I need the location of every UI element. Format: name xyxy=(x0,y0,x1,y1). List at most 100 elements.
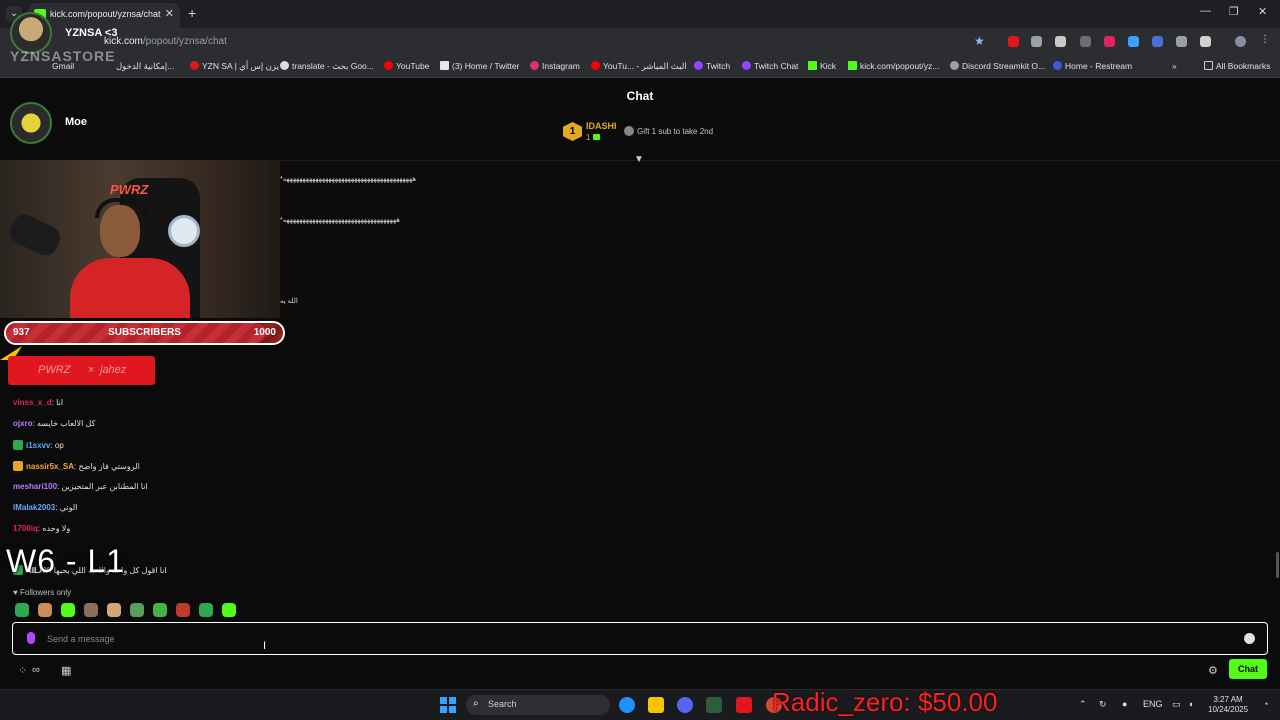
chat-message-text: انا xyxy=(56,398,64,407)
minimize-icon[interactable]: — xyxy=(1200,5,1211,17)
chat-message: lMalak2003: الوني xyxy=(13,503,78,512)
chat-username[interactable]: vinss_x_d xyxy=(13,398,52,407)
chat-username[interactable]: nassir5x_SA xyxy=(26,462,74,471)
bookmark-item[interactable]: Home - Restream xyxy=(1053,61,1132,71)
chat-message: vinss_x_d: انا xyxy=(13,398,64,407)
microphone-icon[interactable] xyxy=(27,632,35,644)
notifications-icon[interactable]: ◔ xyxy=(1263,699,1268,709)
system-clock[interactable]: 3:27 AM 10/24/2025 xyxy=(1208,695,1248,715)
windows-taskbar: ⌕ Search ⌃ ↻ ● ENG ▭ ◖ 3:27 AM 10/24/2025… xyxy=(0,689,1280,720)
overlay-user-name: YZNSA <3 xyxy=(65,27,118,39)
language-indicator[interactable]: ENG xyxy=(1143,699,1163,709)
extension-icon[interactable] xyxy=(1176,36,1187,47)
microphone-icon xyxy=(6,210,64,260)
chat-message: meshari100: انا المطنابن عبر المتحيزين xyxy=(13,482,148,491)
gift-prompt[interactable]: Gift 1 sub to take 2nd xyxy=(637,127,713,136)
bookmark-item[interactable]: YouTu... - البث المباشر xyxy=(591,61,687,72)
chat-message-input[interactable] xyxy=(47,631,1227,647)
settings-gear-icon[interactable]: ⚙ xyxy=(1208,664,1218,677)
sponsor-banner: PWRZ × jahez xyxy=(8,356,155,385)
emoji-picker-icon[interactable] xyxy=(1244,633,1255,644)
xbox-icon[interactable] xyxy=(706,697,722,713)
emote-icon[interactable] xyxy=(37,603,52,617)
overlay-user-second: Moe xyxy=(10,102,210,146)
scroll-to-bottom-icon[interactable]: ▼ xyxy=(634,154,644,165)
chat-message: 1700iq: ولا وحده xyxy=(13,524,71,533)
extension-icon[interactable] xyxy=(1080,36,1091,47)
emote-icon[interactable] xyxy=(152,603,167,617)
bookmark-item[interactable]: Discord Streamkit O... xyxy=(950,61,1045,71)
emote-icon[interactable] xyxy=(198,603,213,617)
emote-icon[interactable] xyxy=(221,603,236,617)
chat-message: nassir5x_SA: الروستي فاز واضح xyxy=(13,461,140,477)
bookmark-item[interactable]: translate - بحث Goo... xyxy=(280,61,374,72)
scrollbar-thumb[interactable] xyxy=(1276,552,1279,578)
bookmarks-overflow-icon[interactable]: » xyxy=(1172,61,1177,71)
emote-icon[interactable] xyxy=(129,603,144,617)
bookmark-item[interactable]: (3) Home / Twitter xyxy=(440,61,519,71)
taskbar-search[interactable]: ⌕ Search xyxy=(466,695,610,715)
emote-icon[interactable] xyxy=(106,603,121,617)
chat-users-icon[interactable]: ⁘ xyxy=(18,664,27,677)
bookmark-item[interactable]: YZN SA | يزن إس أي xyxy=(190,61,279,72)
extension-icon[interactable] xyxy=(1152,36,1163,47)
chat-username[interactable]: 1700iq xyxy=(13,524,38,533)
extension-icon[interactable] xyxy=(1008,36,1019,47)
chat-username[interactable]: meshari100 xyxy=(13,482,57,491)
bookmark-item[interactable]: Twitch Chat xyxy=(742,61,798,71)
emote-icon[interactable] xyxy=(60,603,75,617)
user-badge-icon xyxy=(13,461,23,471)
chat-message-text: الوني xyxy=(59,503,78,512)
edge-icon[interactable] xyxy=(619,697,635,713)
all-bookmarks-folder[interactable]: All Bookmarks xyxy=(1204,61,1270,71)
streamer-shirt xyxy=(70,258,190,318)
bookmark-star-icon[interactable]: ★ xyxy=(974,34,985,48)
browser-menu-icon[interactable]: ⋮ xyxy=(1260,34,1271,45)
bookmark-item[interactable]: إمكانية الدخول... xyxy=(116,61,174,72)
chat-message-text: op xyxy=(54,441,64,450)
search-icon: ⌕ xyxy=(473,698,479,709)
chair-logo: PWRZ xyxy=(110,182,149,197)
chat-title: Chat xyxy=(626,89,654,103)
windows-start-icon[interactable] xyxy=(440,697,456,713)
volume-icon[interactable]: ◖ xyxy=(1188,699,1193,709)
discord-icon[interactable] xyxy=(677,697,693,713)
leader-name[interactable]: IDASHI xyxy=(586,121,617,131)
extension-icon[interactable] xyxy=(1055,36,1066,47)
extension-icon[interactable] xyxy=(1128,36,1139,47)
bookmark-item[interactable]: kick.com/popout/yz... xyxy=(848,61,939,71)
extensions-puzzle-icon[interactable] xyxy=(1200,36,1211,47)
chat-message: i1sxvv: op xyxy=(13,440,64,456)
bookmark-item[interactable]: Instagram xyxy=(530,61,580,71)
chat-username[interactable]: lMalak2003 xyxy=(13,503,55,512)
bookmarks-bar: Gmail إمكانية الدخول... YZN SA | يزن إس … xyxy=(0,56,1280,78)
bookmark-item[interactable]: Kick xyxy=(808,61,836,71)
network-icon[interactable]: ▭ xyxy=(1172,699,1181,710)
app-icon[interactable] xyxy=(736,697,752,713)
profile-avatar-icon[interactable] xyxy=(1235,36,1246,47)
leader-gift-count: 1 xyxy=(586,133,601,142)
extension-icon[interactable] xyxy=(1031,36,1042,47)
emote-icon[interactable] xyxy=(83,603,98,617)
bookmark-item[interactable]: YouTube xyxy=(384,61,429,71)
tray-overflow-icon[interactable]: ⌃ xyxy=(1079,699,1087,710)
chat-username[interactable]: ojxro xyxy=(13,419,33,428)
chat-username[interactable]: i1sxvv xyxy=(26,441,50,450)
store-icon[interactable]: ▦ xyxy=(61,664,71,677)
donation-alert: Radic_zero: $50.00 xyxy=(772,687,998,717)
close-window-icon[interactable]: ✕ xyxy=(1258,5,1267,18)
restore-icon[interactable]: ❐ xyxy=(1229,5,1239,18)
chat-input-box[interactable] xyxy=(12,622,1268,655)
bookmark-item[interactable]: Twitch xyxy=(694,61,730,71)
extension-icon[interactable] xyxy=(1104,36,1115,47)
emote-icon[interactable] xyxy=(15,603,29,617)
score-overlay: W6 - L1 xyxy=(6,543,126,579)
send-chat-button[interactable]: Chat xyxy=(1229,659,1267,679)
tray-app-icon[interactable]: ↻ xyxy=(1099,699,1107,710)
emote-icon[interactable] xyxy=(175,603,190,617)
sponsor-x: × xyxy=(88,364,95,376)
file-explorer-icon[interactable] xyxy=(648,697,664,713)
infinity-icon[interactable]: ∞ xyxy=(32,664,40,676)
tray-mic-icon[interactable]: ● xyxy=(1122,699,1127,709)
followers-only-notice: ♥ Followers only xyxy=(13,588,72,597)
